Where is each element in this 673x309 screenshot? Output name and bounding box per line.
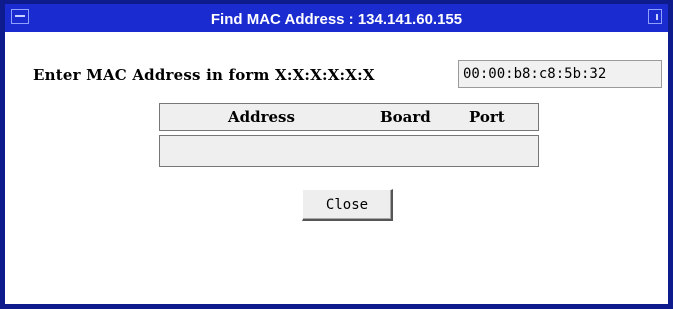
- title-bar[interactable]: Find MAC Address : 134.141.60.155: [5, 4, 668, 32]
- maximize-icon[interactable]: [648, 9, 662, 24]
- close-button[interactable]: Close: [302, 189, 393, 221]
- column-header-port: Port: [469, 108, 505, 126]
- column-header-board: Board: [380, 108, 431, 126]
- mac-address-input[interactable]: [458, 60, 662, 88]
- results-list[interactable]: [159, 135, 539, 167]
- find-mac-window: Find MAC Address : 134.141.60.155 Enter …: [0, 0, 673, 309]
- window-menu-bar: [15, 15, 25, 17]
- window-title: Find MAC Address : 134.141.60.155: [210, 10, 463, 28]
- results-table-header: Address Board Port: [159, 103, 539, 131]
- window-menu-icon[interactable]: [11, 9, 29, 24]
- mac-address-label: Enter MAC Address in form X:X:X:X:X:X: [33, 66, 375, 84]
- maximize-mark: [656, 14, 658, 20]
- dialog-content: Enter MAC Address in form X:X:X:X:X:X Ad…: [5, 32, 668, 304]
- column-header-address: Address: [228, 108, 295, 126]
